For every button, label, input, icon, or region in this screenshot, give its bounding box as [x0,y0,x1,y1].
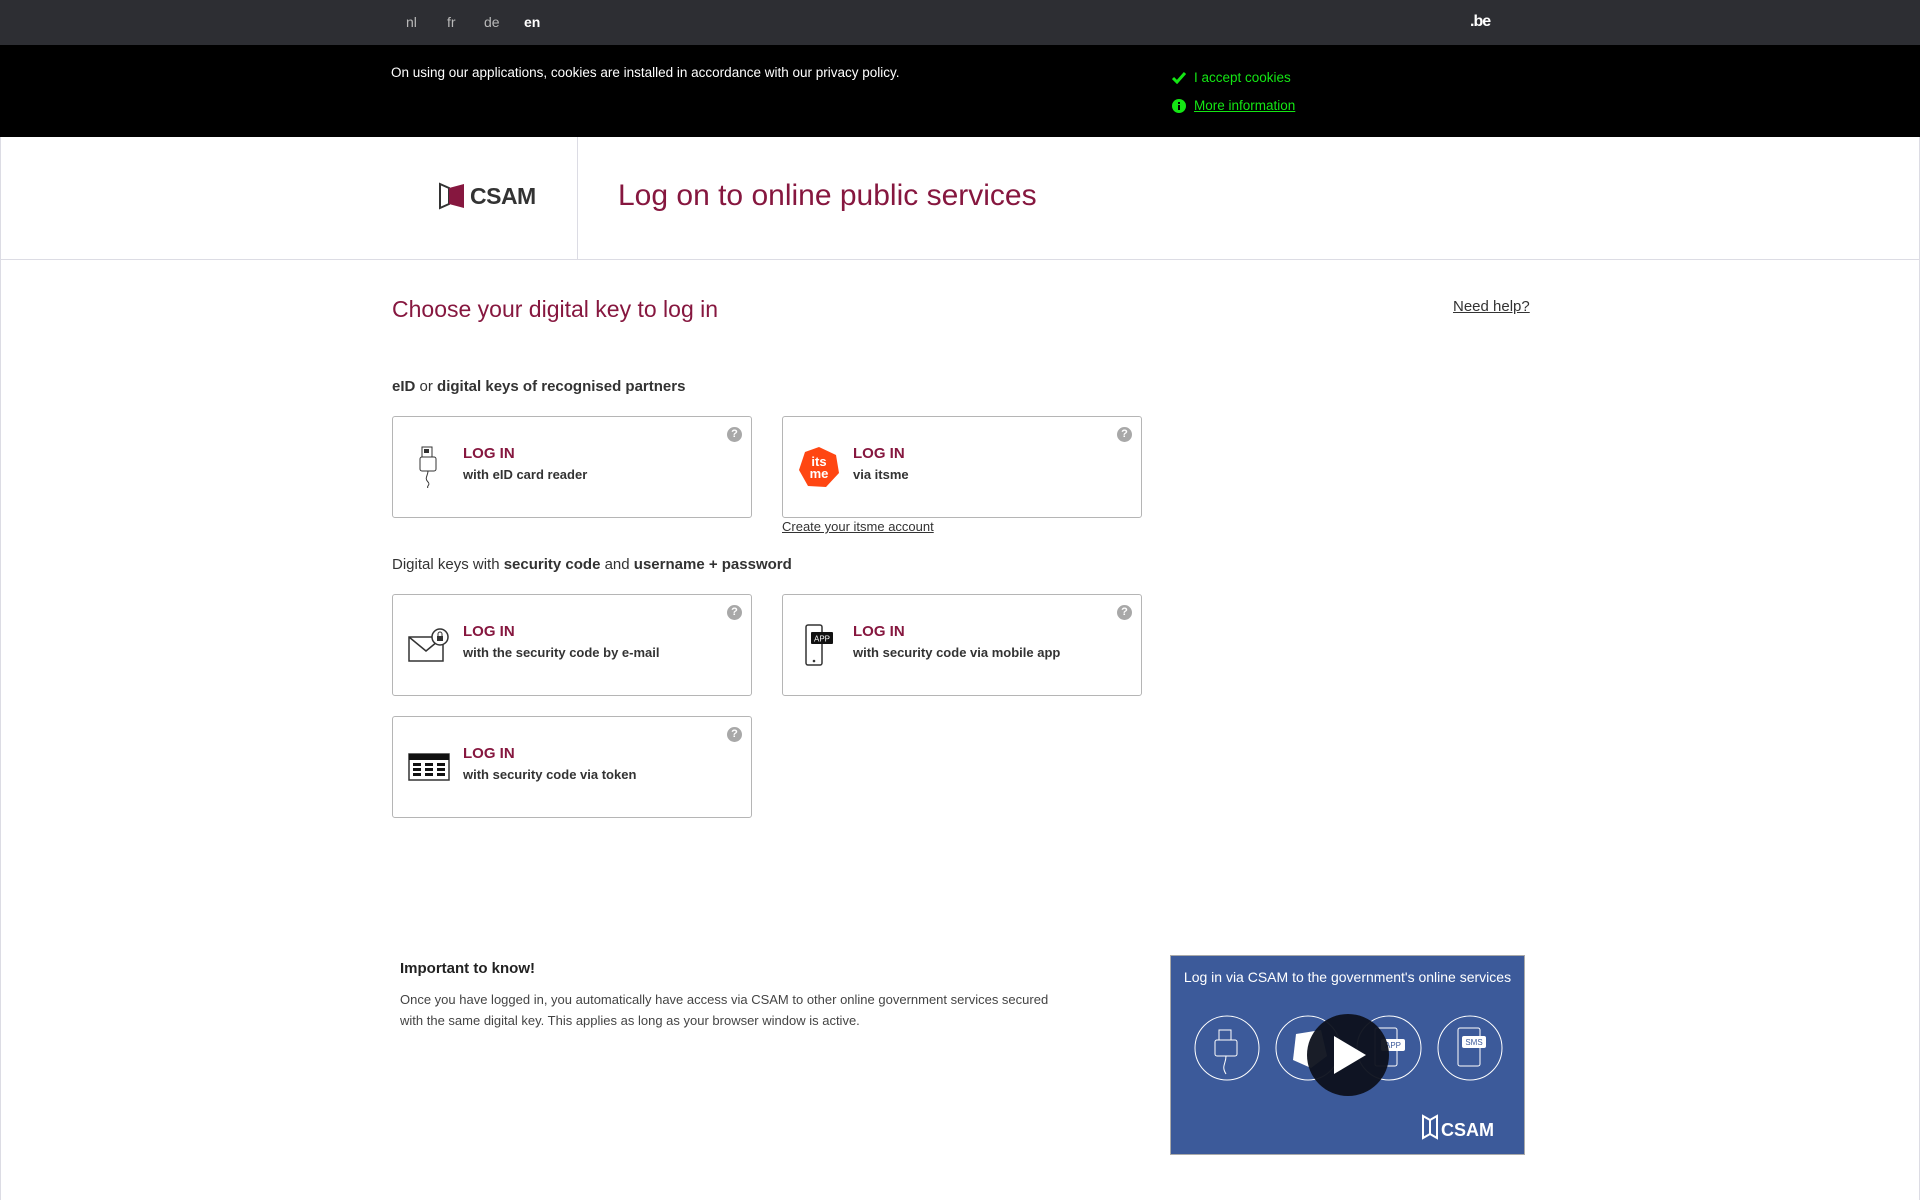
csam-door-icon [439,182,464,210]
logo-text: CSAM [470,182,536,209]
card-title: LOG IN [853,445,905,462]
cookie-text: On using our applications, cookies are i… [391,65,900,80]
card-title: LOG IN [463,445,515,462]
create-itsme-account-link[interactable]: Create your itsme account [782,519,934,534]
label-part: security code [503,556,601,573]
mobile-app-icon: APP [797,623,841,667]
svg-text:CSAM: CSAM [1441,1120,1494,1140]
itsme-icon: its me [797,445,841,489]
important-title: Important to know! [400,960,535,977]
svg-text:SMS: SMS [1465,1038,1482,1047]
svg-text:me: me [810,466,829,481]
more-information-link[interactable]: More information [1172,98,1295,113]
email-lock-icon [407,623,451,667]
login-email-card[interactable]: LOG IN with the security code by e-mail … [392,594,752,696]
card-subtitle: with security code via mobile app [853,645,1061,660]
top-bar: nl fr de en .be [0,0,1920,45]
login-itsme-card[interactable]: its me LOG IN via itsme ? [782,416,1142,518]
card-subtitle: with the security code by e-mail [463,645,660,660]
help-icon[interactable]: ? [1117,605,1132,620]
login-token-card[interactable]: LOG IN with security code via token ? [392,716,752,818]
card-subtitle: via itsme [853,467,909,482]
lang-fr[interactable]: fr [447,14,456,30]
header: CSAM Log on to online public services [0,137,1920,260]
lang-de[interactable]: de [484,14,500,30]
info-icon [1172,98,1186,113]
label-part: and [600,556,634,573]
label-part: Digital keys with [392,556,504,573]
lang-nl[interactable]: nl [406,14,417,30]
card-subtitle: with eID card reader [463,467,588,482]
help-icon[interactable]: ? [727,427,742,442]
section-label-security-code: Digital keys with security code and user… [392,556,792,573]
card-title: LOG IN [463,623,515,640]
label-part: username + password [633,556,792,573]
label-part: digital keys of recognised partners [437,378,686,395]
label-part: or [415,378,438,395]
label-part: eID [392,378,416,395]
intro-video[interactable]: Log in via CSAM to the government's onli… [1170,955,1525,1155]
be-logo[interactable]: .be [1470,13,1491,31]
section-heading: Choose your digital key to log in [392,296,719,322]
card-title: LOG IN [853,623,905,640]
logo-area: CSAM [1,137,578,259]
token-icon [407,745,451,789]
page-title: Log on to online public services [618,179,1037,212]
help-icon[interactable]: ? [1117,427,1132,442]
accept-cookies-label: I accept cookies [1194,70,1291,85]
card-title: LOG IN [463,745,515,762]
csam-logo[interactable]: CSAM [438,182,536,210]
svg-text:APP: APP [814,635,830,644]
need-help-link[interactable]: Need help? [1453,298,1530,315]
more-information-label: More information [1194,98,1296,113]
login-eid-card[interactable]: LOG IN with eID card reader ? [392,416,752,518]
section-label-partners: eID or digital keys of recognised partne… [392,378,685,395]
login-mobile-app-card[interactable]: APP LOG IN with security code via mobile… [782,594,1142,696]
video-thumbnail: SMS APP CSAM [1194,1014,1503,1140]
card-subtitle: with security code via token [463,767,637,782]
important-text: Once you have logged in, you automatical… [400,992,1049,1028]
accept-cookies-button[interactable]: I accept cookies [1172,70,1291,85]
help-icon[interactable]: ? [727,605,742,620]
help-icon[interactable]: ? [727,727,742,742]
card-reader-icon [407,445,451,489]
lang-en[interactable]: en [524,14,540,30]
check-icon [1172,71,1186,85]
cookie-banner: On using our applications, cookies are i… [0,45,1920,137]
main-content: Choose your digital key to log in Need h… [0,260,1920,1200]
